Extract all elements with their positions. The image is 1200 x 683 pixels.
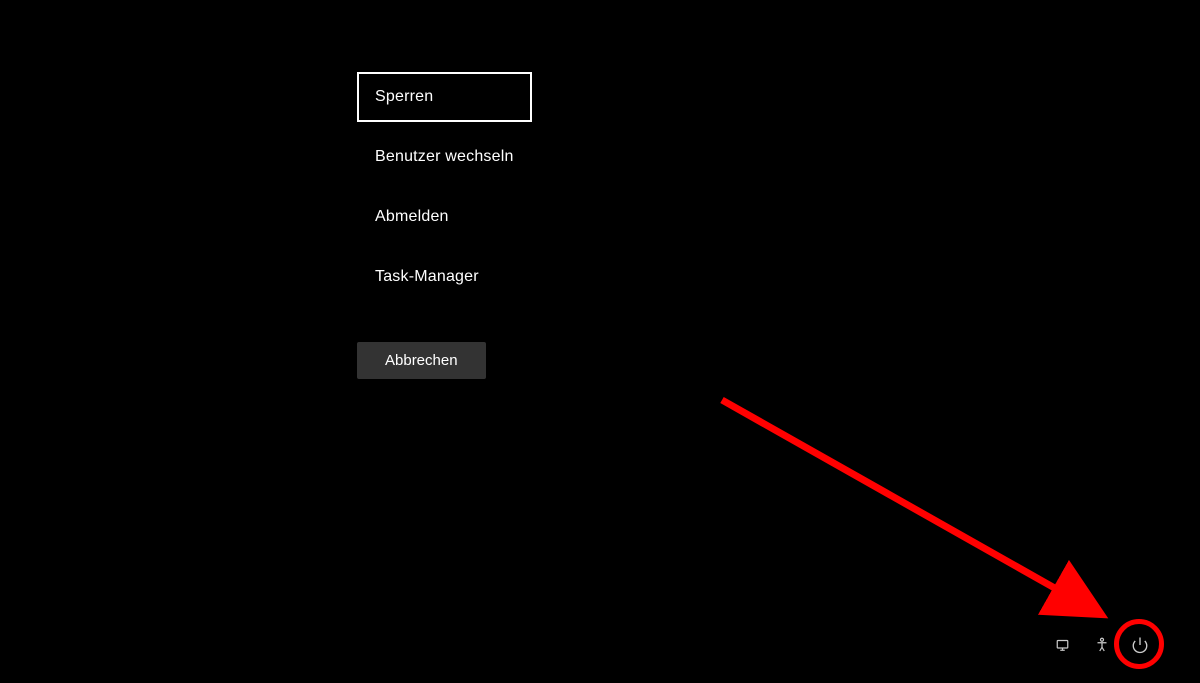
menu-item-lock[interactable]: Sperren (357, 72, 532, 122)
annotation-arrow (710, 388, 1130, 648)
system-tray (1054, 635, 1150, 655)
menu-item-switch-user[interactable]: Benutzer wechseln (357, 132, 532, 182)
accessibility-icon[interactable] (1092, 635, 1112, 655)
network-icon[interactable] (1054, 635, 1074, 655)
menu-item-label: Abmelden (375, 208, 449, 225)
menu-item-label: Sperren (375, 88, 433, 105)
menu-item-label: Benutzer wechseln (375, 148, 514, 165)
menu-item-task-manager[interactable]: Task-Manager (357, 252, 532, 302)
cancel-button[interactable]: Abbrechen (357, 342, 486, 379)
power-icon[interactable] (1130, 635, 1150, 655)
menu-item-label: Task-Manager (375, 268, 479, 285)
cancel-button-label: Abbrechen (385, 352, 458, 369)
menu-item-sign-out[interactable]: Abmelden (357, 192, 532, 242)
security-options-menu: Sperren Benutzer wechseln Abmelden Task-… (357, 72, 532, 379)
